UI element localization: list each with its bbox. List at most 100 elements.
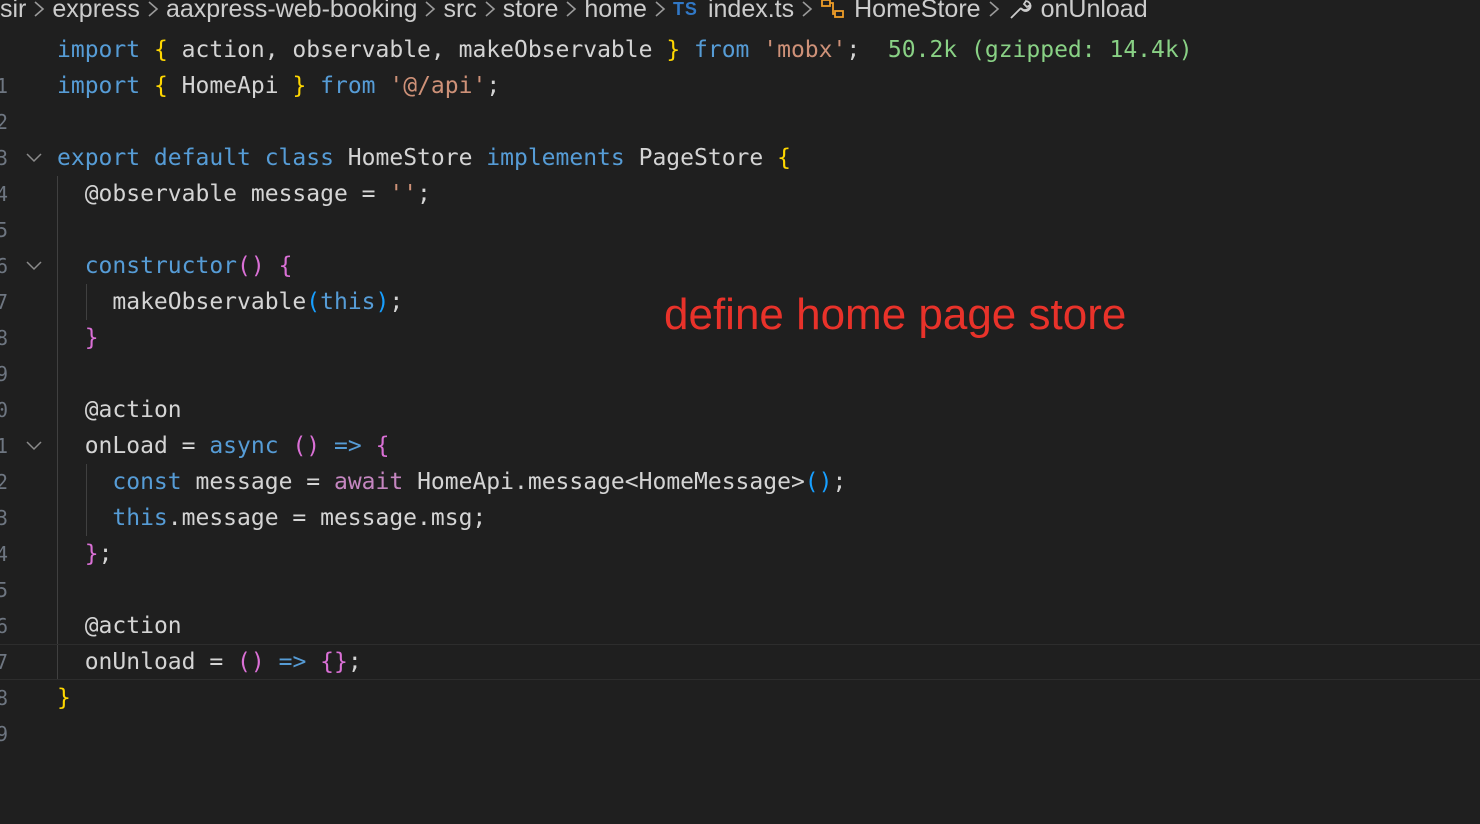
code-token: from — [680, 37, 764, 63]
code-token: .message = message.msg; — [167, 505, 487, 531]
code-token: this — [112, 505, 168, 531]
code-token: ; — [486, 73, 501, 99]
code-token: { — [375, 433, 390, 459]
breadcrumb-item-sir[interactable]: sir — [0, 0, 26, 22]
code-token: } — [292, 73, 307, 99]
code-token: onUnload = — [84, 649, 238, 675]
code-line[interactable]: 2 import { HomeApi } from '@/api'; — [0, 68, 1480, 134]
code-line[interactable]: 7 constructor() { — [0, 248, 1480, 314]
code-token: => — [278, 649, 307, 675]
code-token: onLoad = — [84, 433, 210, 459]
chevron-right-icon — [647, 0, 673, 18]
code-token: } — [57, 685, 71, 711]
code-token: from — [306, 73, 390, 99]
code-token: @observable message = — [84, 181, 390, 207]
code-line[interactable]: 8 onUnload = () => {}; — [0, 644, 1480, 710]
code-line[interactable]: 4 export default class HomeStore impleme… — [0, 140, 1480, 206]
code-token: } — [84, 325, 99, 351]
typescript-file-icon: TS — [672, 0, 698, 19]
code-token: ; — [832, 469, 847, 495]
code-token: } — [84, 541, 99, 567]
annotation-text: define home page store — [664, 290, 1127, 339]
code-token: () — [237, 649, 265, 675]
code-line[interactable]: 9 } — [0, 680, 1480, 746]
code-line[interactable]: 1 import { action, observable, makeObser… — [0, 32, 1480, 98]
code-line[interactable]: 1 @action — [0, 392, 1480, 458]
code-token: await — [333, 469, 404, 495]
code-token: PageStore — [624, 145, 778, 171]
code-token: { — [153, 73, 168, 99]
code-token: 'mobx' — [763, 37, 847, 63]
code-line[interactable]: 4 this.message = message.msg; — [0, 500, 1480, 566]
chevron-right-icon — [477, 0, 503, 18]
code-line[interactable]: 3 — [0, 104, 1480, 170]
breadcrumb: sir express aaxpress-web-booking src sto… — [0, 0, 1480, 22]
code-token: { — [777, 145, 791, 171]
code-token: ( — [306, 289, 321, 315]
code-token: export default class — [57, 145, 334, 171]
chevron-down-icon[interactable] — [26, 140, 44, 176]
code-line[interactable]: 6 — [0, 212, 1480, 278]
code-token: ; — [98, 541, 113, 567]
import-cost-hint: 50.2k (gzipped: 14.4k) — [887, 37, 1193, 63]
code-token: { — [278, 253, 293, 279]
code-token: ) — [375, 289, 390, 315]
code-token: '@/api' — [389, 73, 487, 99]
code-editor[interactable]: 1 import { action, observable, makeObser… — [0, 32, 1480, 746]
code-token: message = — [181, 469, 334, 495]
code-line[interactable]: 2 onLoad = async () => { — [0, 428, 1480, 494]
code-line[interactable]: 6 — [0, 572, 1480, 638]
breadcrumb-item-file[interactable]: index.ts — [708, 0, 794, 22]
code-token: '' — [389, 181, 418, 207]
code-token: import — [57, 37, 141, 63]
code-token: async — [209, 433, 279, 459]
breadcrumb-item-home[interactable]: home — [584, 0, 647, 22]
code-token: HomeApi.message<HomeMessage> — [403, 469, 805, 495]
chevron-down-icon[interactable] — [26, 428, 44, 464]
chevron-right-icon — [26, 0, 52, 18]
breadcrumb-item-src[interactable]: src — [443, 0, 476, 22]
code-token: action, observable, makeObservable — [167, 37, 667, 63]
code-token: makeObservable — [112, 289, 307, 315]
code-line[interactable]: 5 }; — [0, 536, 1480, 602]
code-token: constructor — [84, 253, 238, 279]
code-token: () — [804, 469, 833, 495]
chevron-right-icon — [558, 0, 584, 18]
breadcrumb-item-express[interactable]: express — [52, 0, 140, 22]
line-number: 9 — [0, 722, 8, 746]
chevron-right-icon — [981, 0, 1007, 18]
class-symbol-icon — [820, 0, 846, 21]
breadcrumb-item-store[interactable]: store — [503, 0, 559, 22]
chevron-down-icon[interactable] — [26, 248, 44, 284]
code-token: import — [57, 73, 141, 99]
breadcrumb-item-project[interactable]: aaxpress-web-booking — [166, 0, 418, 22]
breadcrumb-item-method[interactable]: onUnload — [1041, 0, 1148, 22]
chevron-right-icon — [417, 0, 443, 18]
code-token: ; — [389, 289, 404, 315]
code-token: implements — [486, 145, 625, 171]
code-line[interactable]: 0 — [0, 356, 1480, 422]
code-token: HomeStore — [333, 145, 487, 171]
code-line[interactable]: 5 @observable message = ''; — [0, 176, 1480, 242]
code-token: {} — [320, 649, 348, 675]
code-token: this — [320, 289, 376, 315]
code-token: ; — [846, 37, 861, 63]
code-token: @action — [84, 397, 182, 423]
code-token: ; — [417, 181, 431, 207]
code-token: () — [237, 253, 265, 279]
code-token: } — [666, 37, 681, 63]
code-token: const — [112, 469, 182, 495]
code-token: => — [334, 433, 362, 459]
code-line[interactable]: 3 const message = await HomeApi.message<… — [0, 464, 1480, 530]
code-line[interactable]: 7 @action — [0, 608, 1480, 674]
code-token: ; — [347, 649, 362, 675]
chevron-right-icon — [140, 0, 166, 18]
breadcrumb-item-class[interactable]: HomeStore — [854, 0, 980, 22]
wrench-icon — [1007, 0, 1033, 21]
